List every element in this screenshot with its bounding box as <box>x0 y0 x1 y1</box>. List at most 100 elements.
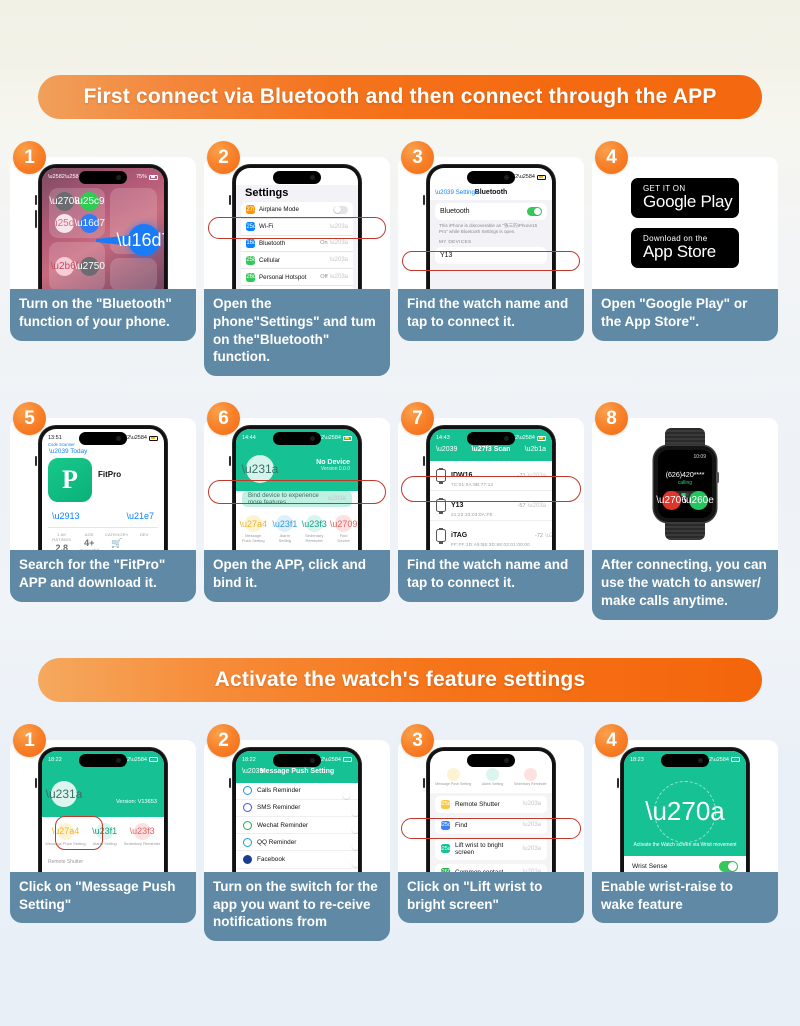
scan-result-row[interactable]: Y13 21:22:33:03:0A:FE -57 \u203a <box>430 491 552 522</box>
download-icon[interactable]: \u2913 <box>52 511 80 521</box>
watch-body: 10:09 (626)420**** calling \u25c2 \u25b8… <box>654 446 719 523</box>
reminder-row-sms[interactable]: SMS Reminder <box>236 800 358 818</box>
feature-card-4: 4 18:23 \u2582\u2584 \u270a Activate the… <box>592 723 778 941</box>
battery-icon <box>731 757 740 763</box>
toggle-switch[interactable] <box>333 205 348 215</box>
google-play-badge[interactable]: GET IT ON Google Play <box>631 178 739 218</box>
rssi-value: -71 <box>517 472 526 479</box>
more-row-label[interactable]: Remote Shutter <box>48 859 158 865</box>
quick-action-message-push-setting[interactable]: Message Push Setting <box>435 767 471 786</box>
feature-row-find[interactable]: \u25c9 Find \u203a <box>435 816 547 834</box>
reminder-row-facebook[interactable]: Facebook <box>236 851 358 869</box>
wrist-sense-row[interactable]: Wrist Sense <box>624 855 746 872</box>
settings-row-vpn[interactable]: V VPN Not Connected \u203a <box>241 286 353 289</box>
watch-screen: 10:09 (626)420**** calling \u25c2 \u25b8… <box>656 450 714 519</box>
watch-band: 10:09 (626)420**** calling \u25c2 \u25b8… <box>654 428 719 541</box>
scan-result-row[interactable]: iTAG FF:FF:1D:A5:B6:3D:86:02:01:00:00 -7… <box>430 521 552 550</box>
feature-row-remote-shutter[interactable]: \u25a3 Remote Shutter \u203a <box>435 795 547 813</box>
app-icon-letter: P <box>62 465 78 495</box>
stat-developer: DEV <box>131 532 159 550</box>
quick-action-message-push-setting[interactable]: \u27a4 Message Push Setting <box>46 822 86 847</box>
scan-title-text: Scan <box>493 446 511 454</box>
quick-action-alarm-setting[interactable]: Alarm Setting <box>482 767 503 786</box>
discoverable-note: This iPhone is discoverable as "张三的iPhon… <box>439 222 538 234</box>
quick-action-find-device[interactable]: \u2709 Find Device <box>330 515 357 544</box>
rotation-lock-icon[interactable]: \u2b6f <box>51 256 78 276</box>
airplane-mode-icon[interactable]: \u2708 <box>49 192 80 212</box>
device-group: Y13 <box>435 246 547 264</box>
stat-value: 4+ <box>84 538 95 549</box>
feature-rows: \u25a3 Remote Shutter \u203a \u25c9 Find… <box>430 792 552 872</box>
back-button[interactable]: \u2039 Today <box>49 448 158 455</box>
quick-action-message-push-setting[interactable]: \u27a4 Message Push Setting <box>239 515 267 544</box>
airdrop-icon[interactable]: \u25c9 <box>75 192 105 212</box>
feature-row-common-contact[interactable]: \u260e Common contact \u203a <box>435 863 547 872</box>
quick-action-sedentary-reminder[interactable]: \u23f3 Sedentary Reminder <box>124 822 160 847</box>
bind-device-button[interactable]: Bind device to experience more features … <box>242 491 352 508</box>
toggle-switch[interactable] <box>527 207 542 216</box>
quick-action-sedentary-reminder[interactable]: Sedentary Reminder <box>514 767 547 786</box>
device-rssi: -71 \u203a <box>518 473 546 479</box>
wifi-icon[interactable]: \u25d0 <box>49 214 80 234</box>
phone-frame: \u2039 \u27f3 Scan \u2b1a 14:43 \u2582\u… <box>423 426 555 551</box>
utilities-tile[interactable]: \u2b6f \u2750 <box>49 241 106 289</box>
stat-label: CATEGORY <box>104 532 129 538</box>
quick-action-alarm-setting[interactable]: \u23f1 Alarm Setting <box>272 515 297 544</box>
bluetooth-toggle-row[interactable]: Bluetooth <box>435 203 547 220</box>
dynamic-island <box>79 171 127 184</box>
stat-age: AGE 4+ Years Old <box>76 532 104 550</box>
row-label: Cellular <box>259 256 280 264</box>
reminder-row-wechat[interactable]: Wechat Reminder <box>236 817 358 835</box>
settings-row-cellular[interactable]: \u2582 Cellular \u203a <box>241 252 353 270</box>
row-value: \u203a <box>330 224 348 230</box>
row-control[interactable] <box>527 207 542 216</box>
reminder-row-qq[interactable]: QQ Reminder <box>236 834 358 852</box>
quick-action-label: Alarm Setting <box>278 533 292 544</box>
settings-row-airplane-mode[interactable]: \u2708 Airplane Mode <box>241 202 353 219</box>
toggle-switch[interactable] <box>719 861 738 872</box>
screen-mirroring-icon[interactable]: \u2750 <box>74 256 105 276</box>
app-store-badge[interactable]: Download on the App Store <box>631 228 739 268</box>
watch-icon <box>436 467 446 484</box>
connectivity-tile[interactable]: \u2708 \u25c9 \u25d0 \u16d7 <box>49 188 106 238</box>
signal-icon: \u2582\u2584 <box>48 174 82 180</box>
qr-scan-icon[interactable]: \u2b1a <box>525 446 546 453</box>
bluetooth-toggle-group: Bluetooth <box>435 203 547 220</box>
settings-row-personal-hotspot[interactable]: \u26d3 Personal Hotspot Off \u203a <box>241 269 353 286</box>
facebook-reminder-icon <box>243 855 252 865</box>
battery-icon <box>149 757 158 763</box>
app-stats: 1.6K RATINGS 2.8 ★★★☆☆ AGE 4+ Years Old <box>48 527 158 550</box>
step-screenshot: Message Push Setting Alarm Setting Seden… <box>398 739 584 872</box>
row-control[interactable] <box>333 205 348 215</box>
step-screenshot: \u2582\u2584 75% \u2708 \u25c9 \u25d0 \u… <box>10 157 196 289</box>
watch-icon <box>436 497 446 514</box>
watch-crown[interactable] <box>716 472 719 484</box>
feature-row-lift-wrist[interactable]: \u25ae Lift wrist to bright screen \u203… <box>435 837 547 860</box>
settings-row-wifi[interactable]: \u25d0 Wi-Fi \u203a <box>241 219 353 236</box>
call-status: calling <box>677 480 693 487</box>
settings-row-bluetooth[interactable]: \u16d7 Bluetooth On \u203a <box>241 236 353 253</box>
quick-action-alarm-setting[interactable]: \u23f1 Alarm Setting <box>92 822 117 847</box>
step-badge: 1 <box>13 723 46 757</box>
watch-time: 10:09 <box>693 454 706 461</box>
step-screenshot: \u2582\u2584 \u2039 Settings Bluetooth B… <box>398 157 584 289</box>
decline-call-button[interactable]: \u2706 <box>656 491 687 511</box>
control-center-left: \u2708 \u25c9 \u25d0 \u16d7 \u2b6f \u275… <box>49 188 106 289</box>
back-button[interactable]: \u2039 Settings <box>435 189 478 196</box>
steps-row-2: 5 13:51 \u2582\u2584 Code Scanner \u2039… <box>0 402 800 620</box>
fitpro-app-icon: P <box>48 458 92 503</box>
device-row-y13[interactable]: Y13 <box>435 247 547 264</box>
quick-action-sedentary-reminder[interactable]: \u23f3 Sedentary Reminder <box>302 515 327 544</box>
reminder-row-calls[interactable]: Calls Reminder <box>236 783 358 800</box>
chevron-right-icon: \u203a <box>527 472 546 479</box>
step-card-3: 3 \u2582\u2584 \u2039 Settings Bluetooth… <box>398 141 584 376</box>
scan-result-row[interactable]: IDW16 7C:01:0A:9B:77:12 -71 \u203a <box>430 461 552 492</box>
phone-frame: 13:51 \u2582\u2584 Code Scanner \u2039 T… <box>35 426 167 551</box>
answer-call-button[interactable]: \u260e <box>683 491 714 511</box>
share-icon[interactable]: \u21e7 <box>126 511 154 521</box>
phone-volume-button <box>423 195 425 205</box>
bluetooth-icon[interactable]: \u16d7 <box>74 214 105 234</box>
app-name: FitPro <box>98 470 122 480</box>
brightness-tile[interactable] <box>110 258 157 289</box>
watch-avatar-icon: \u231a <box>242 455 278 484</box>
